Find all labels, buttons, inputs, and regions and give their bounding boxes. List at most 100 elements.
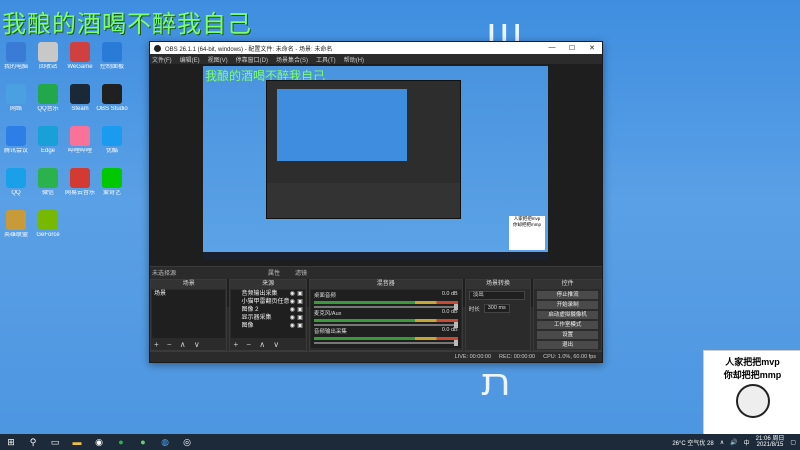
app-icon bbox=[102, 84, 122, 104]
settings-button[interactable]: 设置 bbox=[537, 331, 598, 339]
search-icon[interactable]: ⚲ bbox=[27, 436, 39, 448]
canvas-meme-line2: 你却把把mmp bbox=[513, 222, 541, 227]
visibility-eye-icon[interactable]: ◉ bbox=[290, 322, 295, 330]
clock[interactable]: 21:06 周日 2021/8/15 bbox=[756, 436, 785, 448]
lock-icon[interactable]: ▣ bbox=[297, 298, 303, 306]
meme-line2: 你却把把mmp bbox=[723, 370, 782, 380]
menu-view[interactable]: 视图(V) bbox=[208, 55, 228, 64]
lock-icon[interactable]: ▣ bbox=[297, 306, 303, 314]
obs-window[interactable]: OBS 26.1.1 (64-bit, windows) - 配置文件: 未命名… bbox=[149, 41, 603, 363]
desktop-icon-label: 优酷 bbox=[105, 148, 118, 154]
mixer-channel-db: 0.0 dB bbox=[441, 291, 458, 297]
visibility-eye-icon[interactable]: ◉ bbox=[290, 298, 295, 306]
browser-taskbar-icon[interactable]: ◍ bbox=[159, 436, 171, 448]
obs-titlebar[interactable]: OBS 26.1.1 (64-bit, windows) - 配置文件: 未命名… bbox=[150, 42, 602, 54]
volume-meter bbox=[313, 319, 458, 322]
transitions-dock: 场景转换 淡出 时长 300 ms bbox=[464, 279, 532, 351]
mixer-dock: 混音器 桌面音频 0.0 dB 麦克风/Aux 0.0 dB 音频输出采集 0.0 dB bbox=[308, 279, 463, 351]
lock-icon[interactable]: ▣ bbox=[297, 314, 303, 322]
filters-tab[interactable]: 滤镜 bbox=[295, 268, 307, 277]
desktop-icon[interactable]: 优酷 bbox=[90, 126, 134, 155]
mixer-channel-name: 麦克风/Aux bbox=[313, 311, 342, 317]
obs-statusbar: LIVE: 00:00:00 REC: 00:00:00 CPU: 1.0%, … bbox=[150, 351, 602, 362]
nested-docks bbox=[267, 183, 460, 218]
windows-taskbar: ⊞ ⚲ ▭ ▬ ◉ ● ● ◍ ◎ 26°C 空气优 28 ∧ 🔊 中 21:0… bbox=[0, 434, 800, 450]
menu-tools[interactable]: 工具(T) bbox=[316, 55, 336, 64]
wechat-taskbar-icon[interactable]: ● bbox=[115, 436, 127, 448]
source-item[interactable]: 显示器采集 ◉ ▣ bbox=[231, 314, 304, 322]
stream-overlay-title: 我酿的酒喝不醉我自己 bbox=[2, 11, 252, 38]
transition-select[interactable]: 淡出 bbox=[468, 291, 525, 300]
properties-tab[interactable]: 属性 bbox=[268, 268, 280, 277]
task-view-icon[interactable]: ▭ bbox=[49, 436, 61, 448]
exit-button[interactable]: 退出 bbox=[537, 341, 598, 349]
source-item[interactable]: 图像 ◉ ▣ bbox=[231, 322, 304, 330]
menu-help[interactable]: 帮助(H) bbox=[344, 55, 364, 64]
system-tray: 26°C 空气优 28 ∧ 🔊 中 21:06 周日 2021/8/15 ▢ bbox=[672, 436, 800, 448]
lock-icon[interactable]: ▣ bbox=[297, 290, 303, 298]
obs-docks: 场景 场景 + − ∧ ∨ 来源 音频输出采集 ◉ ▣ 小猫甲雷翻页任意 ◉ ▣ 图像 2 ◉… bbox=[150, 279, 602, 351]
source-item[interactable]: 图像 2 ◉ ▣ bbox=[231, 306, 304, 314]
nested-preview bbox=[277, 89, 407, 161]
desktop-icon[interactable]: 爱奇艺 bbox=[90, 168, 134, 197]
volume-slider[interactable] bbox=[313, 304, 458, 310]
app-icon bbox=[38, 210, 58, 230]
visibility-eye-icon[interactable]: ◉ bbox=[290, 306, 295, 314]
app-icon bbox=[102, 126, 122, 146]
duration-input[interactable]: 300 ms bbox=[483, 304, 510, 313]
obs-window-title: OBS 26.1.1 (64-bit, windows) - 配置文件: 未命名… bbox=[165, 46, 333, 53]
virtual-camera-button[interactable]: 启动虚拟摄像机 bbox=[537, 311, 598, 319]
lock-icon[interactable]: ▣ bbox=[297, 322, 303, 330]
volume-meter bbox=[313, 337, 458, 340]
start-recording-button[interactable]: 开始录制 bbox=[537, 301, 598, 309]
desktop-icon[interactable]: OBS Studio bbox=[90, 84, 134, 113]
scene-item[interactable]: 场景 bbox=[152, 290, 225, 298]
volume-slider-knob[interactable] bbox=[453, 340, 458, 346]
maximize-button[interactable]: ☐ bbox=[562, 44, 582, 52]
obs-menubar: 文件(F) 编辑(E) 视图(V) 停靠窗口(D) 场景集合(S) 工具(T) … bbox=[150, 54, 602, 64]
menu-edit[interactable]: 编辑(E) bbox=[180, 55, 200, 64]
controls-dock-title: 控件 bbox=[534, 280, 601, 289]
rec-status: REC: 00:00:00 bbox=[499, 354, 536, 360]
tray-chevron-icon[interactable]: ∧ bbox=[720, 439, 724, 446]
steam-taskbar-icon[interactable]: ◉ bbox=[93, 436, 105, 448]
no-source-label: 未选择源 bbox=[152, 271, 177, 277]
volume-slider[interactable] bbox=[313, 322, 458, 328]
app-icon bbox=[6, 210, 26, 230]
visibility-eye-icon[interactable]: ◉ bbox=[290, 314, 295, 322]
preview-canvas[interactable]: 我酿的酒喝不醉我自己 人家把把mvp 你却把把mmp bbox=[203, 66, 548, 260]
menu-file[interactable]: 文件(F) bbox=[152, 55, 172, 64]
app-icon bbox=[6, 168, 26, 188]
minimize-button[interactable]: — bbox=[542, 44, 562, 52]
app-taskbar-icon[interactable]: ● bbox=[137, 436, 149, 448]
scenes-footer-buttons[interactable]: + − ∧ ∨ bbox=[154, 340, 203, 349]
file-explorer-icon[interactable]: ▬ bbox=[71, 436, 83, 448]
menu-docks[interactable]: 停靠窗口(D) bbox=[236, 55, 268, 64]
windows-start-icon[interactable]: ⊞ bbox=[5, 436, 17, 448]
app-icon bbox=[38, 126, 58, 146]
menu-scene-collection[interactable]: 场景集合(S) bbox=[276, 55, 308, 64]
studio-mode-button[interactable]: 工作室模式 bbox=[537, 321, 598, 329]
sources-footer-buttons[interactable]: + − ∧ ∨ bbox=[233, 340, 282, 349]
volume-slider-knob[interactable] bbox=[453, 322, 458, 328]
notification-icon[interactable]: ▢ bbox=[790, 439, 796, 446]
visibility-eye-icon[interactable]: ◉ bbox=[290, 290, 295, 298]
volume-slider[interactable] bbox=[313, 340, 458, 346]
mixer-channel-db: 0.0 dB bbox=[441, 309, 458, 315]
volume-slider-knob[interactable] bbox=[453, 304, 458, 310]
meme-line1: 人家把把mvp bbox=[725, 357, 780, 367]
source-label: 小猫甲雷翻页任意 bbox=[241, 299, 290, 305]
weather-widget[interactable]: 26°C 空气优 28 bbox=[672, 438, 713, 447]
stop-streaming-button[interactable]: 停止推流 bbox=[537, 291, 598, 299]
desktop-icon[interactable]: GeForce bbox=[26, 210, 70, 239]
canvas-meme: 人家把把mvp 你却把把mmp bbox=[509, 216, 545, 250]
desktop-icon-label: 控制面板 bbox=[99, 64, 124, 70]
ime-indicator[interactable]: 中 bbox=[744, 438, 750, 447]
desktop-icon[interactable]: 控制面板 bbox=[90, 42, 134, 71]
close-button[interactable]: ✕ bbox=[582, 44, 602, 52]
mixer-channel-name: 桌面音频 bbox=[313, 293, 336, 299]
volume-icon[interactable]: 🔊 bbox=[730, 439, 737, 446]
source-item[interactable]: 音频输出采集 ◉ ▣ bbox=[231, 290, 304, 298]
obs-taskbar-icon[interactable]: ◎ bbox=[181, 436, 193, 448]
source-item[interactable]: 小猫甲雷翻页任意 ◉ ▣ bbox=[231, 298, 304, 306]
